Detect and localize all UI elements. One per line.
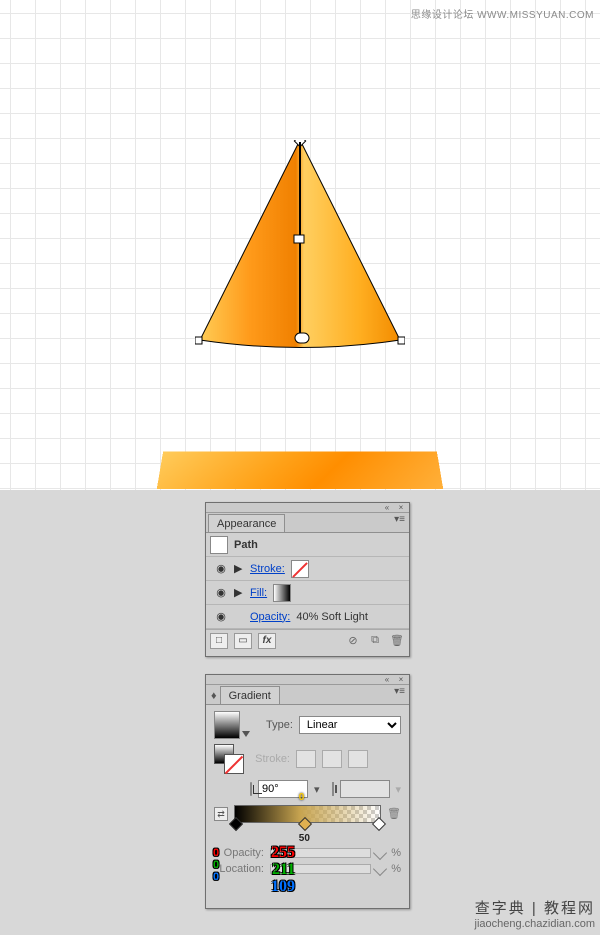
- rgb-mid-r: 255: [271, 844, 295, 862]
- rgb-mid-b: 109: [271, 878, 295, 896]
- panels-area: « × Appearance ▾≡ Path ◉ ▶ Stroke: ◉ ▶ F…: [0, 490, 600, 935]
- expand-icon[interactable]: ▶: [234, 586, 244, 599]
- stroke-across-button[interactable]: [348, 750, 368, 768]
- aspect-input[interactable]: [340, 780, 390, 798]
- stop-location-label: 50: [299, 833, 310, 844]
- add-effect-button[interactable]: fx: [258, 633, 276, 649]
- opacity-menu-icon[interactable]: [373, 846, 387, 860]
- stroke-swatch-none[interactable]: [291, 560, 309, 578]
- percent-sign: %: [391, 863, 401, 875]
- gradient-tabs: ♦ Gradient: [206, 685, 409, 705]
- fill-row[interactable]: ◉ ▶ Fill:: [206, 581, 409, 605]
- panel-collapse-icon[interactable]: «: [382, 504, 392, 512]
- watermark: 查字典 | 教程网 jiaocheng.chazidian.com: [475, 900, 595, 931]
- fill-stroke-toggle[interactable]: [214, 744, 244, 774]
- angle-menu-icon[interactable]: ▾: [314, 783, 320, 796]
- appearance-footer: □ ▭ fx ⊘ ⧉ 🗑: [206, 629, 409, 651]
- panel-close-icon[interactable]: ×: [396, 504, 406, 512]
- tab-gradient[interactable]: Gradient: [220, 686, 280, 704]
- stroke-proxy[interactable]: [224, 754, 244, 774]
- target-thumbnail: [210, 536, 228, 554]
- opacity-label[interactable]: Opacity:: [250, 611, 290, 623]
- visibility-toggle-icon[interactable]: ◉: [214, 586, 228, 600]
- visibility-toggle-icon[interactable]: ◉: [214, 562, 228, 576]
- stop-opacity-label: 0: [299, 792, 305, 803]
- appearance-target-row[interactable]: Path: [206, 533, 409, 557]
- delete-stop-icon[interactable]: 🗑: [387, 807, 401, 821]
- panel-collapse-icon[interactable]: «: [382, 676, 392, 684]
- stroke-row[interactable]: ◉ ▶ Stroke:: [206, 557, 409, 581]
- trash-icon[interactable]: 🗑: [389, 633, 405, 649]
- gradient-swatch-menu-icon[interactable]: [242, 731, 250, 737]
- gradient-toggle-icon[interactable]: ♦: [211, 690, 217, 702]
- location-label: Location:: [214, 863, 264, 875]
- gradient-type-select[interactable]: Linear: [299, 716, 401, 734]
- new-stroke-button[interactable]: ▭: [234, 633, 252, 649]
- fill-swatch-gradient[interactable]: [273, 584, 291, 602]
- visibility-toggle-icon[interactable]: ◉: [214, 610, 228, 624]
- new-fill-button[interactable]: □: [210, 633, 228, 649]
- stroke-label: Stroke:: [250, 753, 290, 765]
- type-label: Type:: [256, 719, 293, 731]
- stroke-label[interactable]: Stroke:: [250, 563, 285, 575]
- aspect-menu-icon[interactable]: ▾: [396, 783, 402, 796]
- angle-icon: [250, 782, 252, 796]
- rgb-left-annotation: 0 0 0: [213, 847, 219, 883]
- opacity-row[interactable]: ◉ Opacity: 40% Soft Light: [206, 605, 409, 629]
- location-menu-icon[interactable]: [373, 862, 387, 876]
- panel-topbar: « ×: [206, 675, 409, 685]
- duplicate-icon[interactable]: ⧉: [367, 633, 383, 649]
- panel-close-icon[interactable]: ×: [396, 676, 406, 684]
- panel-menu-icon[interactable]: ▾≡: [394, 514, 405, 525]
- panel-topbar: « ×: [206, 503, 409, 513]
- percent-sign: %: [391, 847, 401, 859]
- gradient-panel: « × ♦ Gradient ▾≡ Type: Linear Str: [205, 674, 410, 909]
- gradient-preview-shape: [157, 452, 444, 490]
- rgb-mid-g: 211: [272, 861, 295, 879]
- aspect-icon: [332, 782, 334, 796]
- panel-menu-icon[interactable]: ▾≡: [394, 686, 405, 697]
- appearance-tabs: Appearance: [206, 513, 409, 533]
- clear-appearance-icon[interactable]: ⊘: [345, 633, 361, 649]
- gradient-strip[interactable]: 0 50: [234, 805, 381, 823]
- artboard-canvas[interactable]: 思缘设计论坛 WWW.MISSYUAN.COM: [0, 0, 600, 490]
- reverse-gradient-icon[interactable]: ⇄: [214, 807, 228, 821]
- target-name: Path: [234, 539, 258, 551]
- appearance-panel: « × Appearance ▾≡ Path ◉ ▶ Stroke: ◉ ▶ F…: [205, 502, 410, 657]
- expand-icon[interactable]: ▶: [234, 562, 244, 575]
- stroke-along-button[interactable]: [322, 750, 342, 768]
- tab-appearance[interactable]: Appearance: [208, 514, 285, 532]
- gradient-swatch[interactable]: [214, 711, 240, 739]
- stroke-within-button[interactable]: [296, 750, 316, 768]
- opacity-label: Opacity:: [214, 847, 264, 859]
- fill-label[interactable]: Fill:: [250, 587, 267, 599]
- source-credit: 思缘设计论坛 WWW.MISSYUAN.COM: [411, 6, 594, 21]
- opacity-value: 40% Soft Light: [296, 611, 368, 623]
